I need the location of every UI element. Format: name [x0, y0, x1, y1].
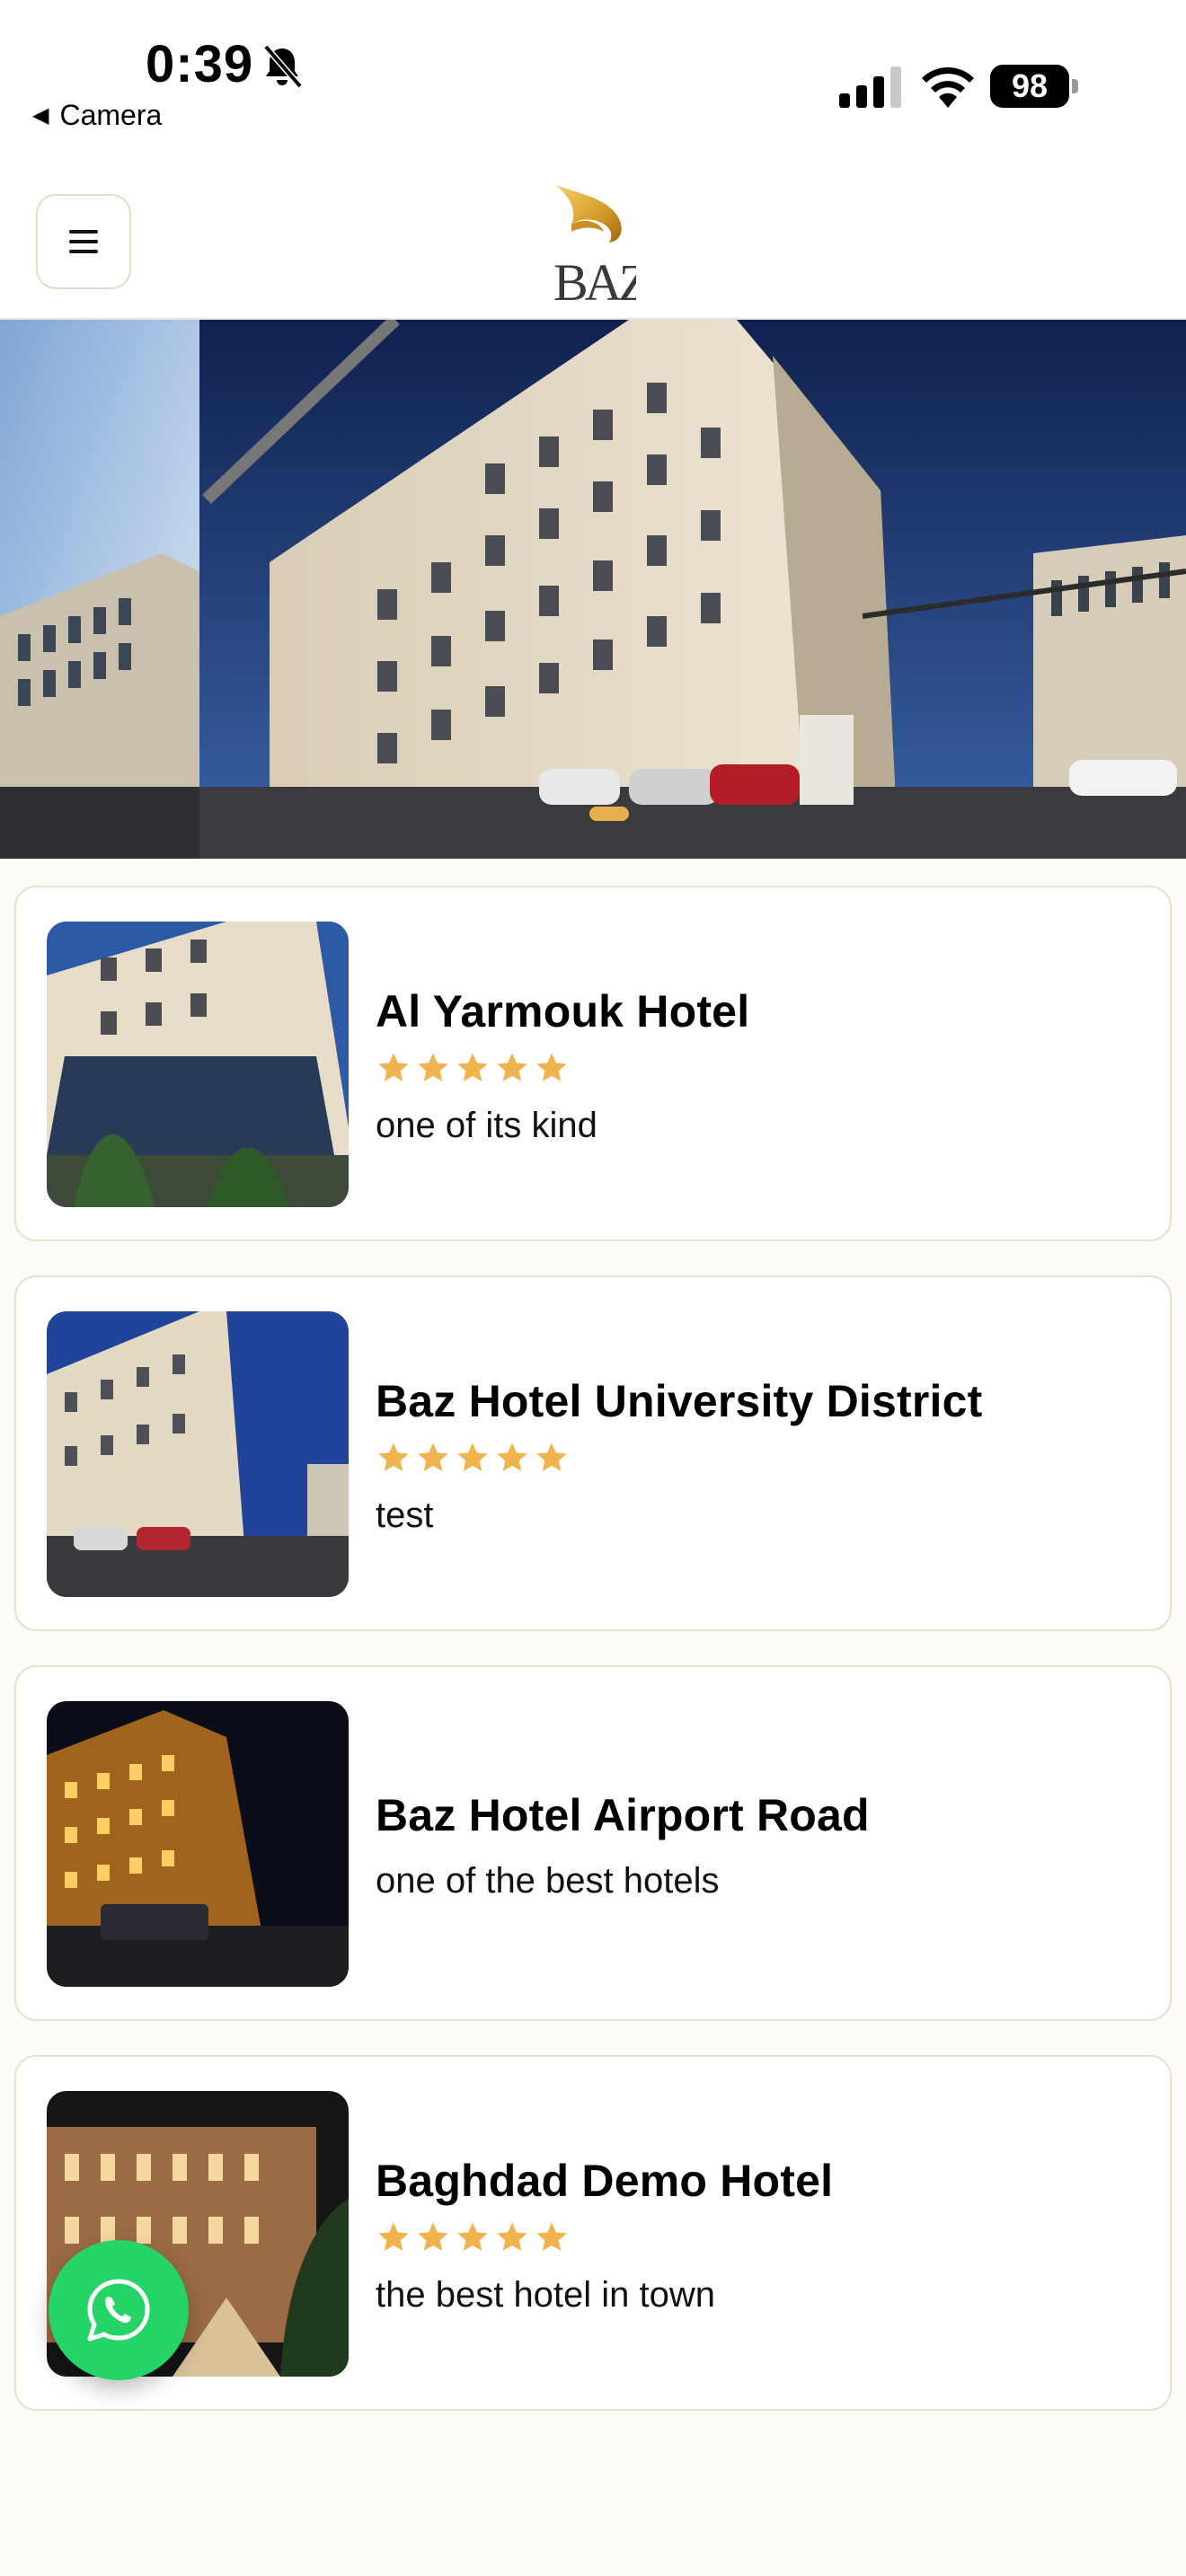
battery-icon: 98 [990, 65, 1080, 110]
status-time: 0:39 [146, 35, 254, 93]
star-rating [376, 1050, 1148, 1086]
hamburger-menu-icon [69, 230, 98, 253]
star-rating [376, 1440, 1148, 1476]
star-icon [457, 1442, 488, 1471]
hotel-description: one of the best hotels [376, 1860, 720, 1901]
app-header: BAZ [0, 153, 1186, 320]
wifi-icon [922, 66, 974, 108]
star-icon [378, 1052, 409, 1081]
hotel-info: Baghdad Demo Hotel the best hotel in tow… [376, 2057, 1148, 2413]
star-icon [497, 2221, 527, 2251]
star-icon [457, 1052, 488, 1081]
svg-text:BAZ: BAZ [553, 253, 636, 305]
star-icon [418, 1052, 448, 1081]
back-app-label: Camera [59, 99, 163, 131]
hotel-info: Al Yarmouk Hotel one of its kind [376, 887, 1148, 1243]
hotel-thumbnail [47, 922, 349, 1207]
star-icon [378, 1442, 409, 1471]
star-icon [457, 2221, 488, 2251]
hotel-info: Baz Hotel University District test [376, 1277, 1148, 1633]
hero-image [0, 320, 1186, 859]
hotel-name[interactable]: Al Yarmouk Hotel [376, 985, 1148, 1037]
hotel-name[interactable]: Baz Hotel Airport Road [376, 1789, 1148, 1841]
star-icon [497, 1052, 527, 1081]
star-icon [418, 1442, 448, 1471]
status-bar: 0:39 ◀ Camera 98 [0, 0, 1186, 153]
whatsapp-icon [87, 2279, 150, 2342]
bell-slash-icon [263, 44, 303, 89]
hotel-thumbnail [47, 1311, 349, 1597]
hotel-card[interactable]: Baz Hotel University District test [14, 1275, 1172, 1631]
star-icon [536, 1442, 567, 1471]
back-triangle-icon: ◀ [32, 103, 49, 128]
star-rating [376, 2219, 1148, 2255]
hotel-info: Baz Hotel Airport Road one of the best h… [376, 1667, 1148, 2023]
hotel-card[interactable]: Baz Hotel Airport Road one of the best h… [14, 1665, 1172, 2021]
hotel-card[interactable]: Baghdad Demo Hotel the best hotel in tow… [14, 2055, 1172, 2411]
hotel-name[interactable]: Baz Hotel University District [376, 1375, 1148, 1427]
hotel-thumbnail [47, 1701, 349, 1987]
back-to-camera-link[interactable]: ◀ Camera [32, 99, 162, 132]
cellular-signal-icon [839, 66, 901, 108]
baz-logo[interactable]: BAZ [550, 185, 636, 305]
hotel-description: one of its kind [376, 1105, 597, 1145]
menu-button[interactable] [36, 194, 131, 289]
hotel-description: test [376, 1495, 434, 1535]
hotel-name[interactable]: Baghdad Demo Hotel [376, 2155, 1148, 2207]
hotel-card[interactable]: Al Yarmouk Hotel one of its kind [14, 886, 1172, 1241]
carousel-active-indicator[interactable] [589, 807, 629, 821]
star-icon [497, 1442, 527, 1471]
hotel-description: the best hotel in town [376, 2274, 716, 2315]
whatsapp-button[interactable] [49, 2240, 189, 2380]
star-icon [378, 2221, 409, 2251]
hero-carousel[interactable] [0, 320, 1186, 859]
star-icon [418, 2221, 448, 2251]
battery-level: 98 [990, 65, 1069, 108]
star-icon [536, 1052, 567, 1081]
star-icon [536, 2221, 567, 2251]
